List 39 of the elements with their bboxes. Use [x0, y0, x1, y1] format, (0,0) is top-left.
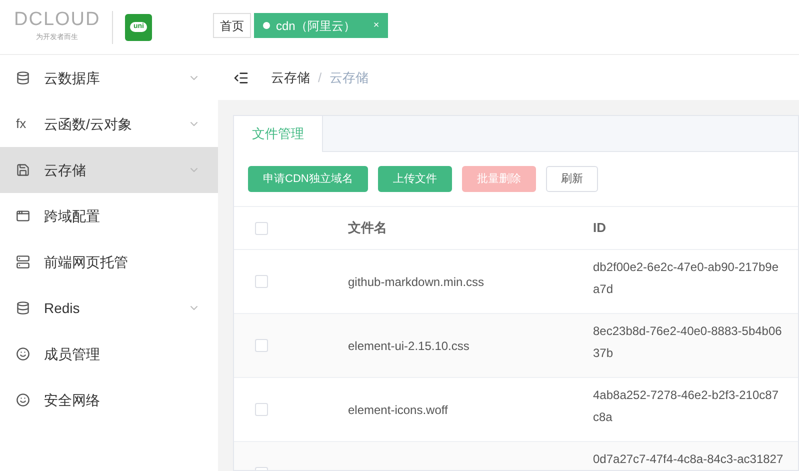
sidebar-item[interactable]: 云存储 [0, 147, 218, 193]
function-icon: fx [16, 114, 30, 134]
table-cell-text: 0d7a27c7-47f4-4c8a-84c3-ac31827 [593, 451, 784, 468]
sidebar-label: 跨域配置 [44, 206, 101, 226]
page-tab[interactable]: 首页 [213, 13, 251, 38]
window-icon [16, 209, 30, 223]
table-cell-text: 8ec23b8d-76e2-40e0-8883-5b4b06 37b [593, 323, 782, 362]
column-header: ID [593, 219, 606, 238]
face-icon [16, 347, 30, 361]
table-cell-text: db2f00e2-6e2c-47e0-ab90-217b9e a7d [593, 259, 778, 298]
breadcrumb-item: 云存储 [330, 68, 369, 87]
checkbox[interactable] [255, 222, 268, 234]
sidebar-label: 云函数/云对象 [44, 114, 133, 134]
save-icon [16, 163, 30, 177]
sidebar-label: 云数据库 [44, 68, 101, 88]
checkbox[interactable] [255, 339, 268, 352]
table-cell: element-icons.woff [348, 402, 448, 416]
table-cell-text: 4ab8a252-7278-46e2-b2f3-210c87 c8a [593, 387, 778, 426]
server-icon [16, 255, 30, 269]
checkbox[interactable] [255, 275, 268, 288]
face-icon [16, 393, 30, 407]
toolbar-button[interactable]: 刷新 [546, 166, 598, 192]
sidebar-label: 安全网络 [44, 390, 101, 410]
breadcrumb-item[interactable]: 云存储 [271, 68, 310, 88]
database-icon [16, 71, 30, 85]
database-icon [16, 301, 30, 315]
logo-wordmark: DCLOUD [14, 10, 100, 30]
sidebar-label: 云存储 [44, 160, 87, 180]
table-cell: github-markdown.min.css [348, 274, 484, 288]
breadcrumb-separator: / [318, 68, 322, 87]
sidebar-label: Redis [44, 298, 81, 318]
tab-label: cdn（阿里云） [276, 18, 356, 34]
column-header: 文件名 [348, 219, 388, 238]
table-cell: element-ui-2.15.10.css [348, 338, 470, 352]
sidebar-label: 前端网页托管 [44, 252, 129, 272]
tab-label: 首页 [220, 18, 244, 34]
sidebar-label: 成员管理 [44, 344, 101, 364]
menu-icon[interactable] [233, 70, 249, 86]
checkbox[interactable] [255, 403, 268, 416]
